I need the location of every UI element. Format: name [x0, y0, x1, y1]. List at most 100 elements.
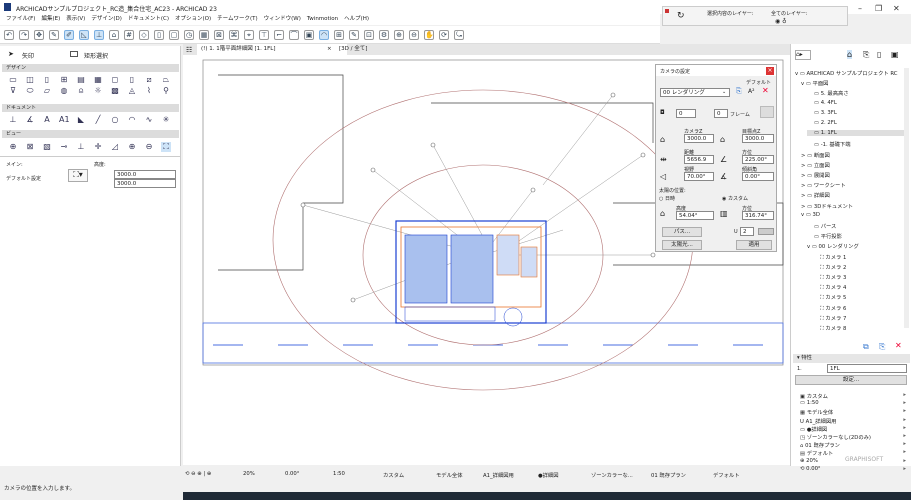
tool-icon[interactable]: ⊥	[76, 142, 86, 152]
radio-custom[interactable]: ◉ カスタム	[722, 195, 748, 202]
toolbar-button-icon[interactable]: ⌒	[289, 29, 299, 40]
toolbar-button-icon[interactable]: ▦	[199, 29, 209, 40]
expand-icon[interactable]	[807, 142, 812, 148]
expand-icon[interactable]: >	[801, 204, 805, 210]
tool-icon[interactable]: ◫	[25, 75, 35, 85]
expand-icon[interactable]	[813, 306, 818, 312]
zoom-controls[interactable]: ⟲ ⊖ ⊕ | ⊕	[185, 471, 211, 477]
camera-index-stepper[interactable]: 0	[676, 109, 696, 118]
tool-icon[interactable]: ✳	[161, 115, 171, 125]
dimension-style[interactable]: デフォルト	[713, 471, 740, 479]
toolbar-button-icon[interactable]: ▢	[169, 29, 179, 40]
toolbar-button-icon[interactable]: ⚙	[379, 29, 389, 40]
frame-field[interactable]: 0	[714, 109, 728, 118]
menu-item[interactable]: ファイル(F)	[6, 14, 35, 25]
expand-icon[interactable]	[807, 100, 812, 106]
toolbar-button-icon[interactable]: ▣	[304, 29, 314, 40]
navigator-item[interactable]: ▭ 4. 4FL	[807, 100, 905, 106]
tool-icon[interactable]: ◬	[127, 86, 137, 96]
pen-set[interactable]: A1_詳細図用	[483, 471, 514, 479]
height-field-1[interactable]: 3000.0	[114, 170, 176, 179]
navigator-item[interactable]: ⛶ カメラ 6	[813, 304, 905, 313]
tool-icon[interactable]: ╱	[93, 115, 103, 125]
expand-icon[interactable]	[807, 130, 812, 136]
navigator-item[interactable]: ▭ 1. 1FL	[807, 130, 905, 137]
menu-item[interactable]: ドキュメント(C)	[128, 14, 169, 25]
toolbar-button-icon[interactable]: ✐	[64, 29, 74, 40]
tool-icon[interactable]: ⊕	[8, 142, 18, 152]
tool-icon[interactable]: ▦	[93, 75, 103, 85]
new-view-icon[interactable]: ⎘	[879, 342, 885, 352]
tool-icon[interactable]: ⬭	[25, 86, 35, 96]
expand-icon[interactable]	[813, 326, 818, 332]
tool-icon[interactable]: ▩	[110, 86, 120, 96]
expand-icon[interactable]	[807, 234, 812, 240]
apply-button[interactable]: 適用	[736, 240, 772, 250]
navigator-item[interactable]: v ▭ ARCHICAD サンプルプロジェクト RC	[795, 69, 905, 77]
tool-icon[interactable]: ⊥	[8, 115, 18, 125]
navigator-item[interactable]: v ▭ 00 レンダリング	[807, 242, 905, 250]
view-property-item[interactable]: ▤ デフォルト ▸	[800, 449, 906, 457]
expand-icon[interactable]	[813, 265, 818, 271]
toolbar-button-icon[interactable]: ✋	[424, 29, 434, 40]
navigator-item[interactable]: ⛶ カメラ 1	[813, 253, 905, 262]
tool-icon[interactable]: ◿	[110, 142, 120, 152]
toolbar-button-icon[interactable]: ⌐	[274, 29, 284, 40]
navigator-item[interactable]: > ▭ 詳細図	[801, 191, 905, 199]
dialog-close-button[interactable]: ×	[766, 67, 774, 75]
restore-button[interactable]: ❐	[875, 4, 882, 13]
tool-icon[interactable]: A1	[59, 115, 70, 125]
tool-icon[interactable]: ⚲	[161, 86, 171, 96]
navigator-item[interactable]: ▭ 5. 最高高さ	[807, 89, 905, 97]
toolbar-button-icon[interactable]: ▯	[154, 29, 164, 40]
menu-item[interactable]: チームワーク(T)	[217, 14, 258, 25]
section-design[interactable]: デザイン	[2, 64, 179, 72]
tool-icon[interactable]: ⧄	[144, 75, 154, 85]
expand-icon[interactable]: >	[801, 183, 805, 189]
new-camera-icon[interactable]: ⎘	[736, 87, 742, 96]
expand-icon[interactable]: v	[801, 212, 804, 218]
project-map-icon[interactable]: ⌂	[847, 50, 853, 59]
zoom-level[interactable]: 20%	[243, 471, 255, 477]
navigator-item[interactable]: ⛶ カメラ 7	[813, 314, 905, 323]
tab-list-icon[interactable]: ☷	[186, 46, 192, 54]
tool-icon[interactable]: ⊸	[59, 142, 69, 152]
expand-icon[interactable]	[807, 224, 812, 230]
height-field-2[interactable]: 3000.0	[114, 179, 176, 188]
rotation-angle[interactable]: 0.00°	[285, 471, 299, 477]
navigator-item[interactable]: ⛶ カメラ 5	[813, 293, 905, 302]
navigator-item[interactable]: > ▭ 立面図	[801, 161, 905, 169]
delete-view-icon[interactable]: ✕	[895, 341, 902, 350]
view-property-item[interactable]: ▦ モデル全体 ▸	[800, 408, 906, 416]
renovation-filter[interactable]: 01 既存プラン	[651, 471, 686, 479]
tool-icon[interactable]: ◠	[127, 115, 137, 125]
navigator-item[interactable]: ▭ 3. 3FL	[807, 110, 905, 116]
tool-icon[interactable]: ⏢	[161, 75, 171, 85]
expand-icon[interactable]	[807, 120, 812, 126]
toolbar-button-icon[interactable]: ⊤	[259, 29, 269, 40]
view-map-icon[interactable]: ⎘	[863, 50, 869, 60]
toolbar-button-icon[interactable]: ⌖	[244, 29, 254, 40]
navigator-menu-button[interactable]: ⌂▸	[795, 50, 811, 60]
navigator-item[interactable]: ▭ 2. 2FL	[807, 120, 905, 126]
tool-icon[interactable]: ∡	[25, 115, 35, 125]
tool-icon[interactable]: ✛	[93, 142, 103, 152]
section-view[interactable]: ビュー	[2, 130, 179, 138]
view-property-item[interactable]: ⌂ 01 既存プラン ▸	[800, 441, 906, 449]
radio-datetime[interactable]: ○ 日時	[659, 195, 675, 202]
navigator-item[interactable]: > ▭ 断面図	[801, 151, 905, 159]
menu-item[interactable]: デザイン(D)	[91, 14, 122, 25]
minimize-button[interactable]: –	[858, 4, 862, 13]
fov-field[interactable]: 70.00°	[684, 172, 714, 181]
navigator-item[interactable]: ▭ 平行投影	[807, 232, 905, 240]
azimuth-field[interactable]: 225.00°	[742, 155, 774, 164]
toolbar-button-icon[interactable]: ↶	[4, 29, 14, 40]
view-property-item[interactable]: ⟲ 0.00° ▸	[800, 466, 906, 472]
tool-icon[interactable]: ⛶	[161, 142, 171, 152]
expand-icon[interactable]	[807, 91, 812, 97]
prop-name-field[interactable]: 1FL	[827, 364, 907, 373]
tree-scrollbar[interactable]	[904, 68, 909, 328]
expand-icon[interactable]: >	[801, 153, 805, 159]
section-document[interactable]: ドキュメント	[2, 104, 179, 112]
tool-icon[interactable]: ◍	[59, 86, 69, 96]
